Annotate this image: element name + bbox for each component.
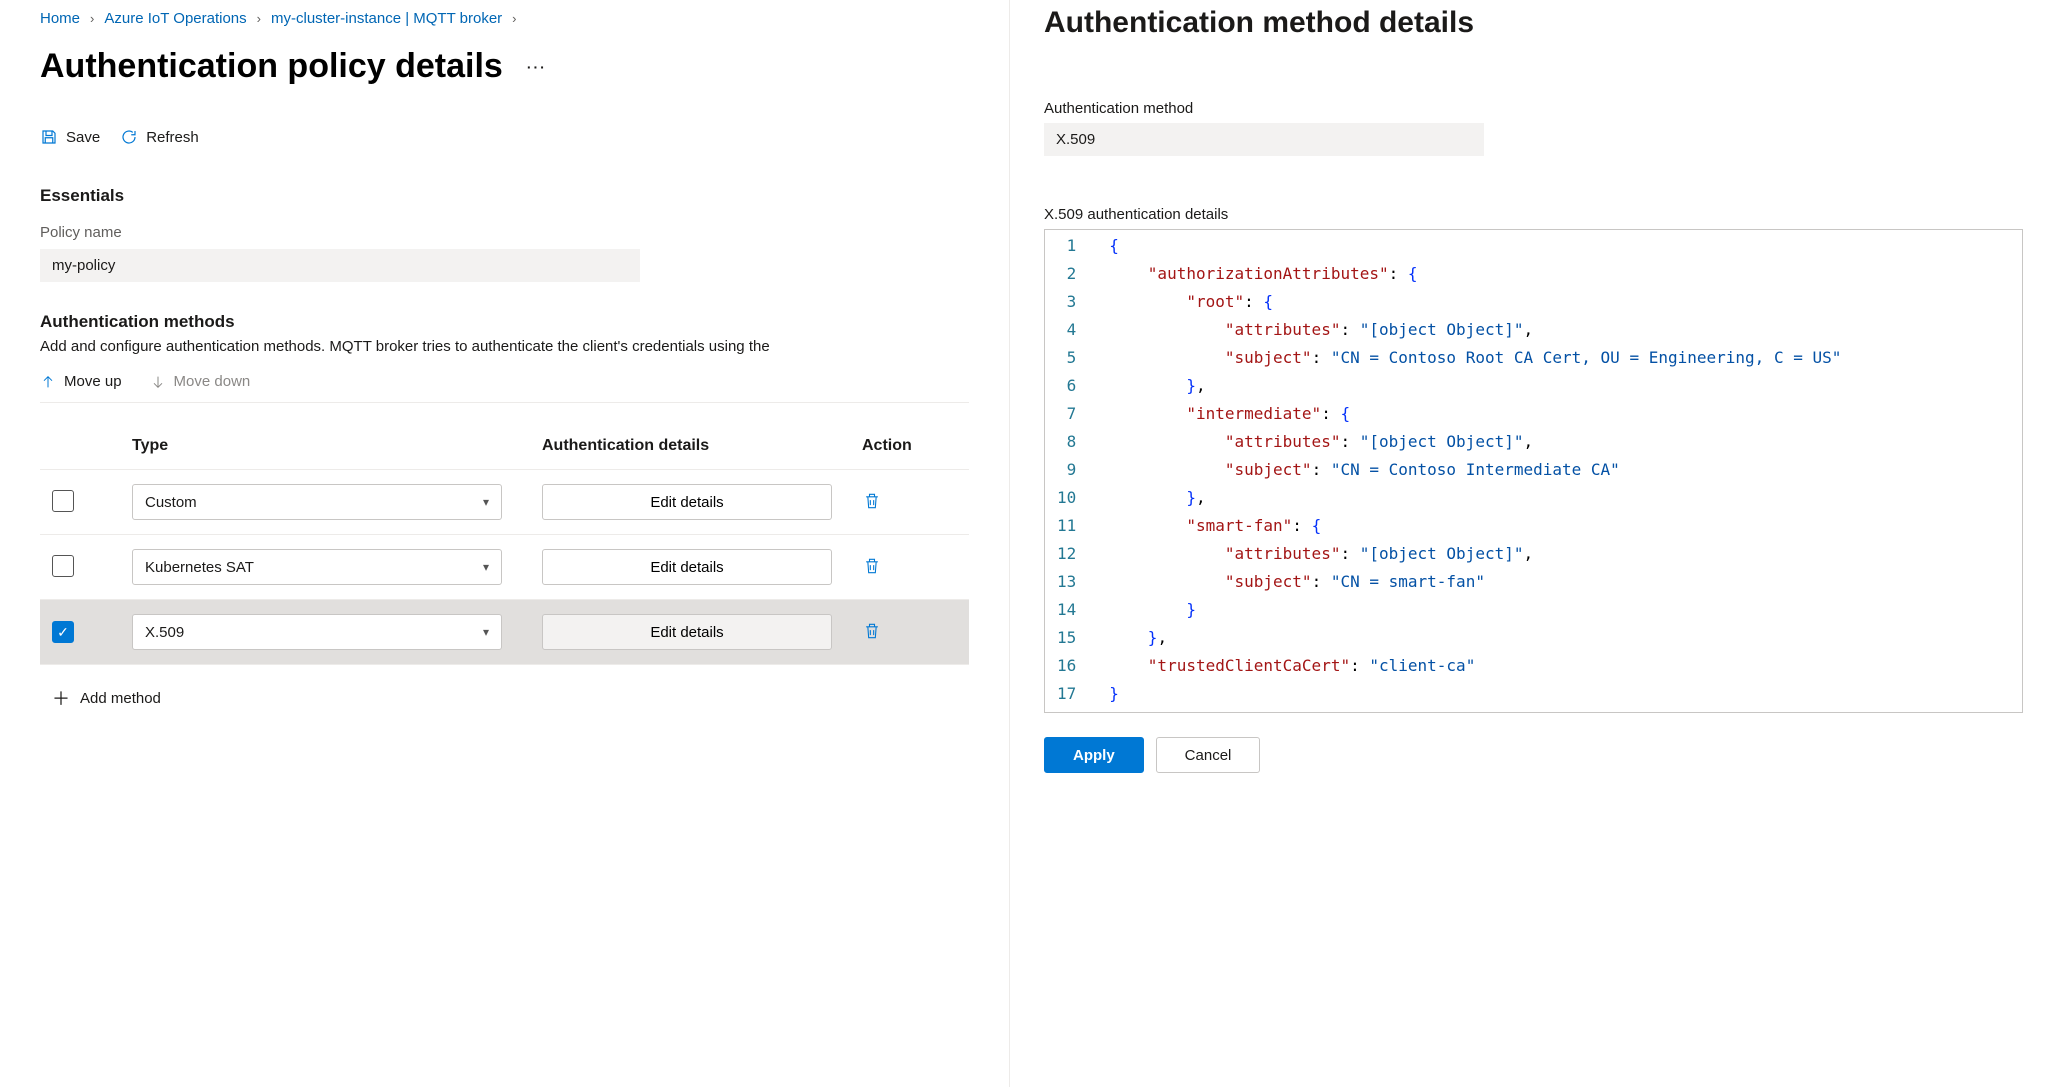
refresh-label: Refresh [146, 129, 199, 146]
row-checkbox[interactable] [52, 490, 74, 512]
delete-button[interactable] [862, 629, 882, 645]
chevron-down-icon: ▾ [483, 495, 489, 509]
main-panel: Home › Azure IoT Operations › my-cluster… [0, 0, 1010, 1087]
line-number-gutter: 1234567891011121314151617 [1045, 230, 1095, 712]
breadcrumb: Home › Azure IoT Operations › my-cluster… [40, 0, 969, 27]
type-select-value: X.509 [145, 624, 184, 641]
save-label: Save [66, 129, 100, 146]
move-up-button[interactable]: Move up [40, 373, 122, 390]
move-up-label: Move up [64, 373, 122, 390]
plus-icon: ＋ [52, 685, 70, 711]
save-button[interactable]: Save [40, 128, 100, 146]
chevron-right-icon: › [90, 11, 94, 26]
delete-button[interactable] [862, 564, 882, 580]
methods-description: Add and configure authentication methods… [40, 338, 969, 355]
chevron-down-icon: ▾ [483, 560, 489, 574]
action-bar: Apply Cancel [1044, 737, 2023, 773]
auth-method-value: X.509 [1044, 123, 1484, 156]
table-row: ✓ X.509 ▾ Edit details [40, 600, 969, 665]
table-header: Type Authentication details Action [40, 423, 969, 470]
add-method-label: Add method [80, 690, 161, 707]
col-type: Type [132, 437, 542, 455]
table-row: Custom ▾ Edit details [40, 470, 969, 535]
apply-button[interactable]: Apply [1044, 737, 1144, 773]
table-row: Kubernetes SAT ▾ Edit details [40, 535, 969, 600]
breadcrumb-link-service[interactable]: Azure IoT Operations [104, 10, 246, 27]
type-select[interactable]: Custom ▾ [132, 484, 502, 520]
chevron-right-icon: › [512, 11, 516, 26]
add-method-button[interactable]: ＋ Add method [40, 685, 161, 711]
refresh-icon [120, 128, 138, 146]
cancel-button[interactable]: Cancel [1156, 737, 1261, 773]
edit-details-button[interactable]: Edit details [542, 614, 832, 650]
breadcrumb-link-instance[interactable]: my-cluster-instance | MQTT broker [271, 10, 502, 27]
chevron-down-icon: ▾ [483, 625, 489, 639]
details-title: Authentication method details [1044, 6, 2023, 40]
json-editor[interactable]: 1234567891011121314151617 { "authorizati… [1044, 229, 2023, 713]
row-checkbox[interactable]: ✓ [52, 621, 74, 643]
chevron-right-icon: › [257, 11, 261, 26]
breadcrumb-link-home[interactable]: Home [40, 10, 80, 27]
arrow-down-icon [150, 374, 166, 390]
type-select-value: Kubernetes SAT [145, 559, 254, 576]
edit-details-button[interactable]: Edit details [542, 549, 832, 585]
toolbar: Save Refresh [40, 128, 969, 146]
json-editor-label: X.509 authentication details [1044, 206, 2023, 223]
more-icon[interactable]: ··· [527, 59, 547, 75]
move-down-button: Move down [150, 373, 251, 390]
type-select-value: Custom [145, 494, 197, 511]
auth-method-label: Authentication method [1044, 100, 2023, 117]
policy-name-value: my-policy [40, 249, 640, 282]
delete-button[interactable] [862, 499, 882, 515]
essentials-heading: Essentials [40, 186, 969, 206]
save-icon [40, 128, 58, 146]
methods-table: Type Authentication details Action Custo… [40, 423, 969, 665]
json-code[interactable]: { "authorizationAttributes": { "root": {… [1095, 230, 2022, 712]
details-panel: Authentication method details Authentica… [1010, 0, 2053, 1087]
type-select[interactable]: X.509 ▾ [132, 614, 502, 650]
type-select[interactable]: Kubernetes SAT ▾ [132, 549, 502, 585]
edit-details-button[interactable]: Edit details [542, 484, 832, 520]
arrow-up-icon [40, 374, 56, 390]
col-details: Authentication details [542, 437, 862, 455]
policy-name-label: Policy name [40, 224, 969, 241]
refresh-button[interactable]: Refresh [120, 128, 199, 146]
row-checkbox[interactable] [52, 555, 74, 577]
reorder-toolbar: Move up Move down [40, 373, 969, 403]
methods-heading: Authentication methods [40, 312, 969, 332]
col-action: Action [862, 437, 982, 455]
move-down-label: Move down [174, 373, 251, 390]
page-title: Authentication policy details [40, 47, 503, 86]
